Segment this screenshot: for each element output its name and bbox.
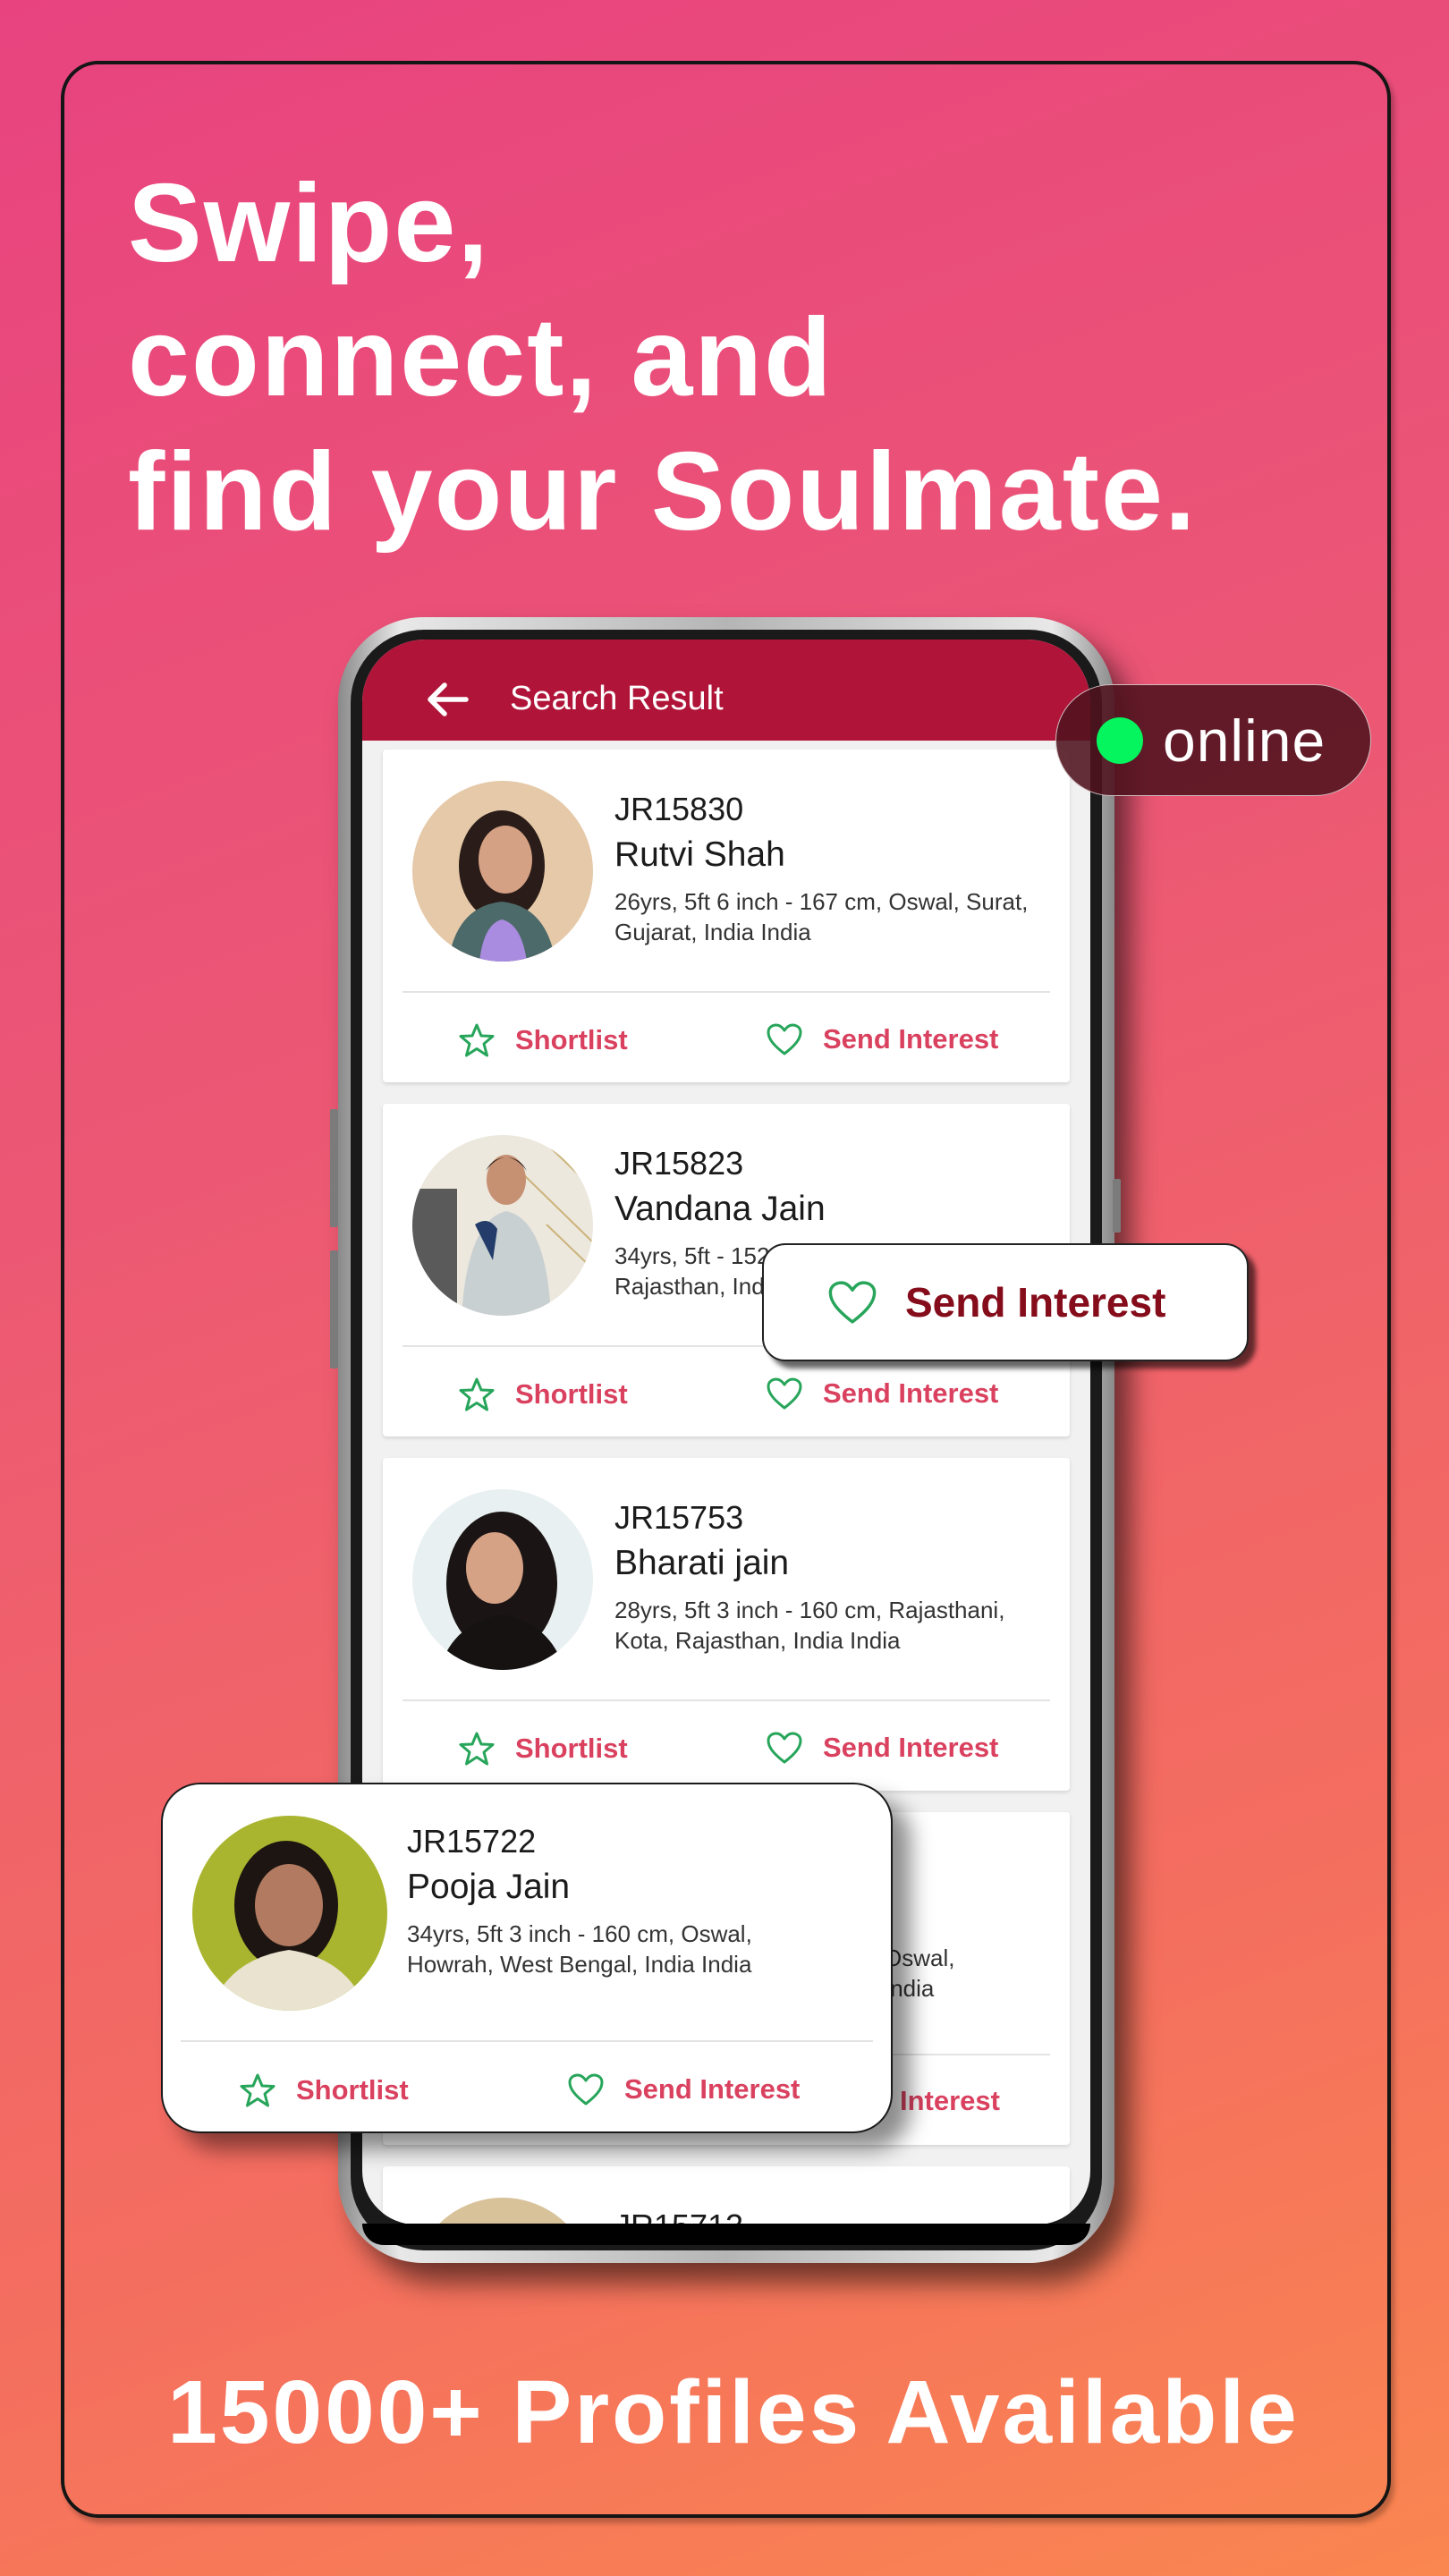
send-interest-label: Send Interest xyxy=(823,1023,999,1055)
phone-power-button xyxy=(1113,1179,1121,1233)
shortlist-label: Shortlist xyxy=(515,1378,628,1410)
featured-profile-card[interactable]: JR15722 Pooja Jain 34yrs, 5ft 3 inch - 1… xyxy=(161,1783,893,2133)
online-dot-icon xyxy=(1097,716,1143,764)
profile-info: JR15722 Pooja Jain 34yrs, 5ft 3 inch - 1… xyxy=(407,1822,873,1979)
star-icon xyxy=(459,1023,495,1057)
profile-details-line-2: India xyxy=(884,1975,935,2002)
headline-line-3: find your Soulmate. xyxy=(128,430,1198,554)
star-icon xyxy=(240,2073,275,2107)
profile-details: 34yrs, 5ft 3 inch - 160 cm, Oswal, Howra… xyxy=(407,1919,873,1979)
profile-details: Oswal, India xyxy=(884,1943,1052,2004)
shortlist-label: Shortlist xyxy=(515,1024,628,1055)
app-header: Search Result xyxy=(362,640,1090,741)
send-interest-button[interactable]: Send Interest xyxy=(766,1731,998,1765)
avatar xyxy=(412,1135,593,1316)
send-interest-button[interactable]: Send Interest xyxy=(567,2072,800,2106)
heart-icon xyxy=(767,1023,802,1055)
star-icon xyxy=(459,1377,495,1411)
profile-info: JR15830 Rutvi Shah 26yrs, 5ft 6 inch - 1… xyxy=(614,790,1052,947)
arrow-left-icon[interactable] xyxy=(425,682,470,717)
shortlist-label: Shortlist xyxy=(296,2074,409,2106)
profile-name[interactable]: Pooja Jain xyxy=(407,1861,873,1913)
card-actions: Shortlist Send Interest xyxy=(163,2072,891,2117)
profile-details-line-1: 26yrs, 5ft 6 inch - 167 cm, Oswal, Surat… xyxy=(614,888,1029,915)
online-status-badge: online xyxy=(1055,684,1371,796)
profile-details: 28yrs, 5ft 3 inch - 160 cm, Rajasthani, … xyxy=(614,1595,1052,1656)
shortlist-button[interactable]: Shortlist xyxy=(458,1731,628,1767)
featured-send-interest-button[interactable]: Send Interest xyxy=(762,1243,1249,1361)
profile-name[interactable]: Vandana Jain xyxy=(614,1183,1052,1235)
profile-id: JR15823 xyxy=(614,1145,744,1182)
heart-icon xyxy=(767,1377,802,1410)
profile-details-line-1: 34yrs, 5ft 3 inch - 160 cm, Oswal, xyxy=(407,1920,752,1947)
card-divider xyxy=(181,2040,873,2042)
profile-id: JR15830 xyxy=(614,791,744,827)
phone-volume-down-button xyxy=(330,1250,338,1368)
send-interest-label: Send Interest xyxy=(624,2073,801,2105)
phone-volume-up-button xyxy=(330,1109,338,1227)
card-actions: Shortlist Send Interest xyxy=(383,1377,1070,1421)
profiles-available-tagline: 15000+ Profiles Available xyxy=(167,2362,1300,2462)
headline-line-1: Swipe, xyxy=(128,162,490,285)
profile-details-line-2: Howrah, West Bengal, India India xyxy=(407,1951,752,1978)
shortlist-button[interactable]: Shortlist xyxy=(239,2072,409,2108)
profile-card[interactable]: JR15830 Rutvi Shah 26yrs, 5ft 6 inch - 1… xyxy=(383,750,1070,1082)
send-interest-button[interactable]: Send Interest xyxy=(766,1377,998,1411)
headline-line-2: connect, and xyxy=(128,296,834,419)
headline: Swipe, connect, and find your Soulmate. xyxy=(128,157,1197,559)
avatar xyxy=(412,781,593,962)
star-icon xyxy=(459,1732,495,1766)
profile-id: JR15753 xyxy=(614,1499,744,1536)
profile-info: Oswal, India xyxy=(884,1937,1052,2004)
heart-icon xyxy=(568,2073,604,2106)
page-title: Search Result xyxy=(510,680,724,717)
send-interest-label: Interest xyxy=(900,2085,1000,2116)
profile-name[interactable]: Bharati jain xyxy=(614,1538,1052,1589)
heart-icon xyxy=(828,1281,877,1324)
profile-card[interactable]: JR15753 Bharati jain 28yrs, 5ft 3 inch -… xyxy=(383,1458,1070,1791)
profile-name[interactable]: Rutvi Shah xyxy=(614,829,1052,881)
profile-details-line-1: Oswal, xyxy=(884,1945,955,1971)
card-actions: Shortlist Send Interest xyxy=(383,1731,1070,1775)
phone-bottom-bezel xyxy=(362,2224,1090,2245)
profile-details: 26yrs, 5ft 6 inch - 167 cm, Oswal, Surat… xyxy=(614,886,1052,947)
profile-details-line-1: 28yrs, 5ft 3 inch - 160 cm, Rajasthani, xyxy=(614,1597,1005,1623)
online-label: online xyxy=(1163,707,1326,774)
profile-id: JR15722 xyxy=(407,1823,537,1860)
heart-icon xyxy=(767,1732,802,1764)
card-actions: Shortlist Send Interest xyxy=(383,1022,1070,1067)
featured-send-interest-label: Send Interest xyxy=(905,1279,1166,1326)
shortlist-button[interactable]: Shortlist xyxy=(458,1022,628,1058)
card-divider xyxy=(402,991,1050,993)
send-interest-label: Send Interest xyxy=(823,1732,999,1763)
profile-details-line-2: Gujarat, India India xyxy=(614,919,811,945)
send-interest-button[interactable]: Interest xyxy=(900,2085,1000,2117)
shortlist-button[interactable]: Shortlist xyxy=(458,1377,628,1412)
profile-id: JR15713 xyxy=(614,2207,1052,2224)
avatar xyxy=(412,1489,593,1670)
profile-details-line-2: Kota, Rajasthan, India India xyxy=(614,1627,901,1654)
avatar xyxy=(412,2198,593,2224)
shortlist-label: Shortlist xyxy=(515,1733,628,1764)
card-divider xyxy=(402,1699,1050,1701)
profile-info: JR15713 xyxy=(614,2207,1052,2224)
avatar xyxy=(192,1816,387,2011)
profile-card[interactable]: JR15713 xyxy=(383,2166,1070,2224)
send-interest-button[interactable]: Send Interest xyxy=(766,1022,998,1056)
send-interest-label: Send Interest xyxy=(823,1377,999,1409)
profile-info: JR15753 Bharati jain 28yrs, 5ft 3 inch -… xyxy=(614,1498,1052,1656)
